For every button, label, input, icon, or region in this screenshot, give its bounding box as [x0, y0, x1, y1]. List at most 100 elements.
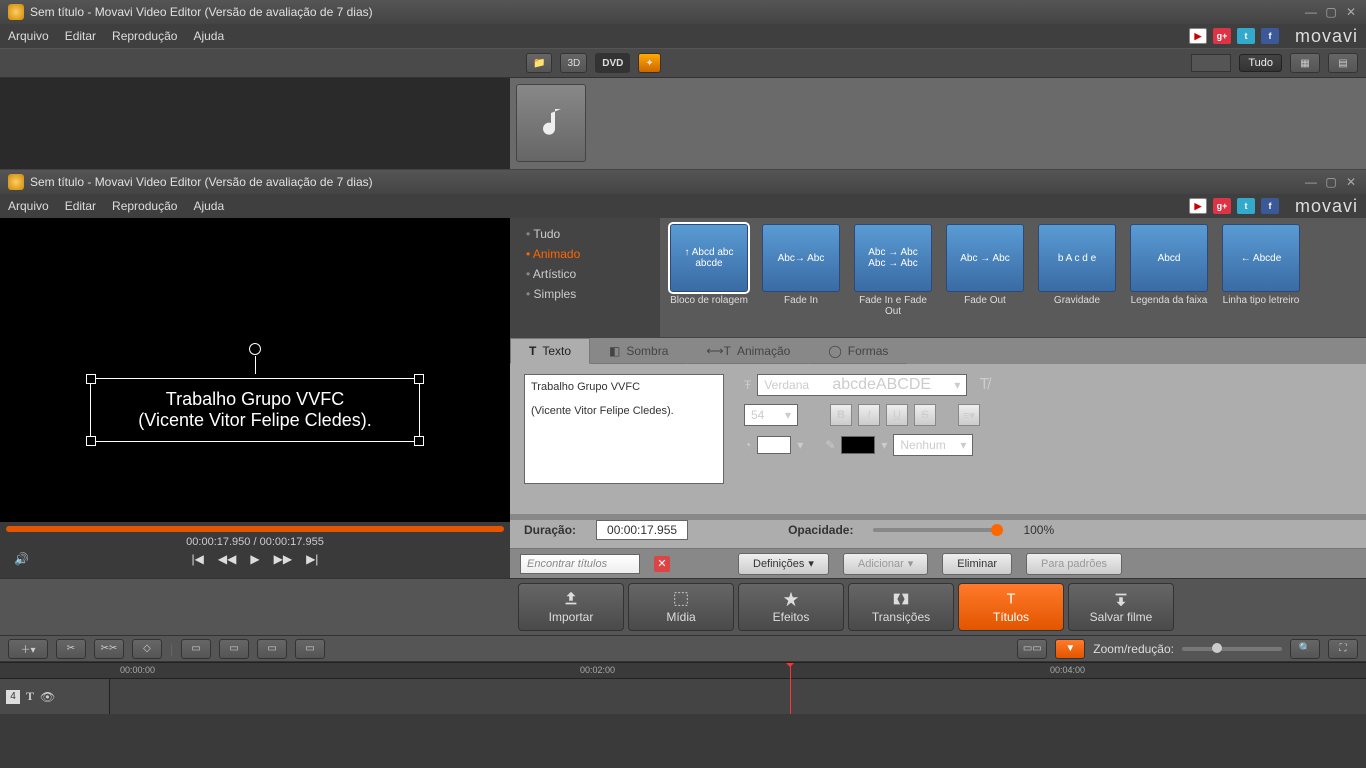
bold-button[interactable]: B [830, 404, 852, 426]
maximize-icon[interactable]: ▢ [1324, 175, 1338, 189]
marker-icon[interactable]: ▼ [1055, 639, 1085, 659]
italic-button[interactable]: I [858, 404, 880, 426]
next-frame-icon[interactable]: ▶▶ [274, 552, 292, 566]
resize-handle-br[interactable] [414, 436, 424, 446]
timeline[interactable]: 00:00:00 00:02:00 00:04:00 4 T 👁 [0, 662, 1366, 714]
menu-arquivo[interactable]: Arquivo [8, 199, 49, 213]
close-icon[interactable]: ✕ [1344, 5, 1358, 19]
fit-zoom-icon[interactable]: 🔍 [1290, 639, 1320, 659]
btn-3d[interactable]: 3D [560, 53, 587, 73]
duration-input[interactable]: 00:00:17.955 [596, 520, 688, 540]
tool-4-icon[interactable]: ▭ [295, 639, 325, 659]
menu-editar[interactable]: Editar [65, 29, 96, 43]
menu-reproducao[interactable]: Reprodução [112, 29, 177, 43]
grid-view-icon[interactable]: ▦ [1290, 53, 1320, 73]
add-track-button[interactable]: ＋▾ [8, 639, 48, 659]
open-folder-icon[interactable]: 📁 [526, 53, 552, 73]
menu-reproducao[interactable]: Reprodução [112, 199, 177, 213]
preview-pane[interactable]: Trabalho Grupo VVFC (Vicente Vitor Felip… [0, 218, 510, 578]
zoom-slider[interactable] [1182, 647, 1282, 651]
facebook-icon[interactable]: f [1261, 28, 1279, 44]
definitions-button[interactable]: Definições ▾ [738, 553, 829, 575]
split-icon[interactable]: ✂✂ [94, 639, 124, 659]
menu-ajuda[interactable]: Ajuda [193, 199, 224, 213]
youtube-icon[interactable]: ▶ [1189, 28, 1207, 44]
visibility-icon[interactable]: 👁 [40, 690, 55, 704]
cut-icon[interactable]: ✂ [56, 639, 86, 659]
view-mode-dropdown[interactable] [1191, 54, 1231, 72]
nav-transitions[interactable]: Transições [848, 583, 954, 631]
effects-icon[interactable]: ✦ [638, 53, 660, 73]
crop-icon[interactable]: ◇ [132, 639, 162, 659]
menu-editar[interactable]: Editar [65, 199, 96, 213]
minimize-icon[interactable]: — [1304, 5, 1318, 19]
menu-arquivo[interactable]: Arquivo [8, 29, 49, 43]
playhead[interactable] [790, 663, 791, 714]
title-thumb-3[interactable]: Abc → AbcFade Out [944, 224, 1026, 331]
cat-artistico[interactable]: Artístico [510, 264, 660, 284]
twitter-icon[interactable]: t [1237, 28, 1255, 44]
scrub-bar[interactable] [6, 526, 504, 532]
googleplus-icon[interactable]: g+ [1213, 28, 1231, 44]
add-button[interactable]: Adicionar ▾ [843, 553, 928, 575]
resize-handle-bl[interactable] [86, 436, 96, 446]
outline-color-swatch[interactable] [841, 436, 875, 454]
audio-clip-thumb[interactable] [516, 84, 586, 162]
title-thumb-0[interactable]: ↑ Abcd abc abcdeBloco de rolagem [668, 224, 750, 331]
tab-texto[interactable]: TTexto [510, 338, 590, 364]
fill-color-swatch[interactable] [757, 436, 791, 454]
underline-button[interactable]: U [886, 404, 908, 426]
title-thumb-1[interactable]: Abc→ AbcFade In [760, 224, 842, 331]
clear-format-icon[interactable]: T̸ [973, 374, 995, 396]
clear-search-icon[interactable]: ✕ [654, 556, 670, 572]
track-header[interactable]: 4 T 👁 [0, 679, 110, 714]
title-thumb-6[interactable]: ← AbcdeLinha tipo letreiro [1220, 224, 1302, 331]
minimize-icon[interactable]: — [1304, 175, 1318, 189]
nav-save[interactable]: Salvar filme [1068, 583, 1174, 631]
tool-2-icon[interactable]: ▭ [219, 639, 249, 659]
tab-animacao[interactable]: ⟷T Animação [687, 338, 809, 364]
align-button[interactable]: ≡▾ [958, 404, 980, 426]
tool-1-icon[interactable]: ▭ [181, 639, 211, 659]
btn-tudo[interactable]: Tudo [1239, 54, 1282, 72]
nav-import[interactable]: Importar [518, 583, 624, 631]
facebook-icon[interactable]: f [1261, 198, 1279, 214]
opacity-slider[interactable] [873, 528, 1003, 532]
rotate-handle[interactable] [249, 343, 261, 355]
title-thumb-5[interactable]: AbcdLegenda da faixa [1128, 224, 1210, 331]
nav-media[interactable]: Mídia [628, 583, 734, 631]
play-icon[interactable]: ▶ [250, 552, 259, 566]
menu-ajuda[interactable]: Ajuda [193, 29, 224, 43]
goto-end-icon[interactable]: ▶| [306, 552, 318, 566]
cat-tudo[interactable]: Tudo [510, 224, 660, 244]
tab-sombra[interactable]: ◧ Sombra [590, 338, 687, 364]
resize-handle-tl[interactable] [86, 374, 96, 384]
googleplus-icon[interactable]: g+ [1213, 198, 1231, 214]
remove-button[interactable]: Eliminar [942, 553, 1012, 575]
cat-animado[interactable]: Animado [510, 244, 660, 264]
close-icon[interactable]: ✕ [1344, 175, 1358, 189]
fullscreen-icon[interactable]: ⛶ [1328, 639, 1358, 659]
btn-dvd[interactable]: DVD [595, 53, 630, 73]
nav-effects[interactable]: Efeitos [738, 583, 844, 631]
prev-frame-icon[interactable]: ◀◀ [218, 552, 236, 566]
tool-3-icon[interactable]: ▭ [257, 639, 287, 659]
goto-start-icon[interactable]: |◀ [192, 552, 204, 566]
youtube-icon[interactable]: ▶ [1189, 198, 1207, 214]
strike-button[interactable]: S [914, 404, 936, 426]
title-edit-box[interactable]: Trabalho Grupo VVFC (Vicente Vitor Felip… [90, 378, 420, 442]
title-thumb-2[interactable]: Abc → Abc Abc → AbcFade In e Fade Out [852, 224, 934, 331]
resize-handle-tr[interactable] [414, 374, 424, 384]
title-text-input[interactable]: Trabalho Grupo VVFC (Vicente Vitor Felip… [524, 374, 724, 484]
twitter-icon[interactable]: t [1237, 198, 1255, 214]
list-view-icon[interactable]: ▤ [1328, 53, 1358, 73]
search-titles-input[interactable]: Encontrar títulos [520, 554, 640, 574]
maximize-icon[interactable]: ▢ [1324, 5, 1338, 19]
cat-simples[interactable]: Simples [510, 284, 660, 304]
tab-formas[interactable]: ◯ Formas [809, 338, 907, 364]
font-size-select[interactable]: 54▾ [744, 404, 798, 426]
volume-icon[interactable]: 🔊 [14, 552, 29, 566]
title-thumb-4[interactable]: b A c d eGravidade [1036, 224, 1118, 331]
defaults-button[interactable]: Para padrões [1026, 553, 1122, 575]
snap-icon[interactable]: ▭▭ [1017, 639, 1047, 659]
